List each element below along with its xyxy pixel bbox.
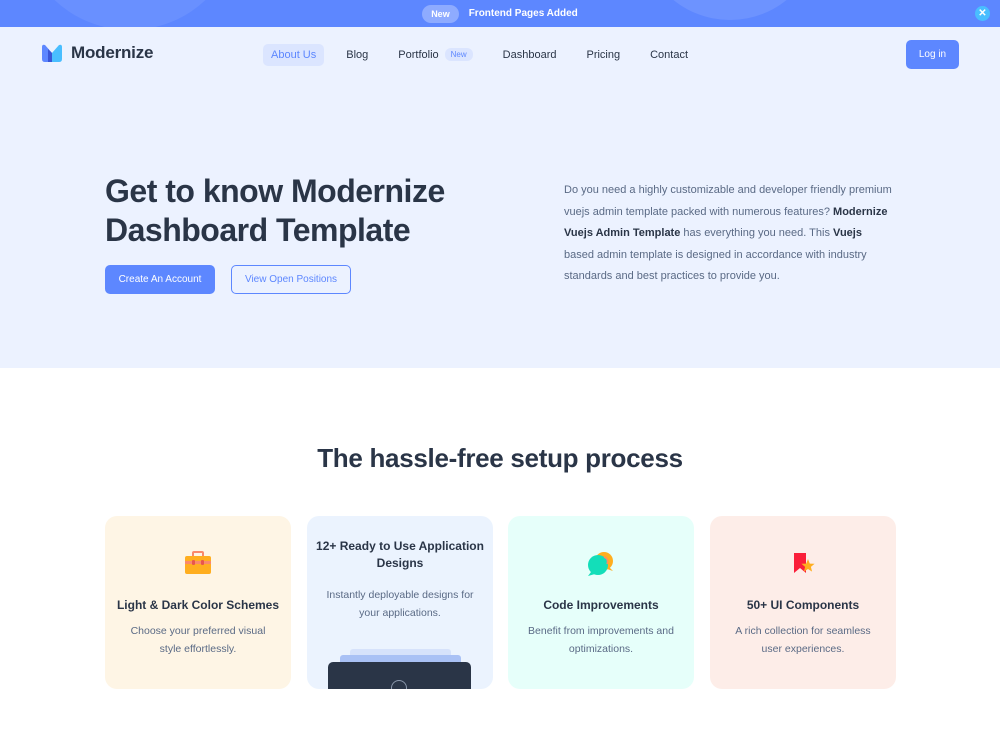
logo[interactable]: Modernize <box>40 43 153 63</box>
hero-description: Do you need a highly customizable and de… <box>564 180 894 288</box>
create-account-button[interactable]: Create An Account <box>105 265 215 294</box>
banner-content: New Frontend Pages Added <box>0 0 1000 27</box>
main-nav: About Us Blog Portfolio New Dashboard Pr… <box>263 43 710 66</box>
card-title: 50+ UI Components <box>746 598 860 612</box>
card-title: Light & Dark Color Schemes <box>116 598 280 612</box>
app-preview-screen <box>328 662 471 689</box>
close-icon[interactable]: ✕ <box>975 6 990 21</box>
hero-title-line: Dashboard Template <box>105 212 411 248</box>
card-title: 12+ Ready to Use Application Designs <box>316 539 484 570</box>
nav-item-about-us[interactable]: About Us <box>263 43 325 66</box>
desc-text: has everything you need. This <box>680 227 834 239</box>
feature-card-app-designs: 12+ Ready to Use Application Designs Ins… <box>307 516 493 689</box>
play-icon <box>391 680 407 689</box>
nav-label: Dashboard <box>502 48 557 61</box>
banner-text[interactable]: Frontend Pages Added <box>469 8 578 19</box>
hero-title: Get to know Modernize Dashboard Template <box>105 172 505 250</box>
card-title: Code Improvements <box>543 598 659 612</box>
nav-label: About Us <box>271 48 317 61</box>
chat-bubbles-icon <box>587 551 615 576</box>
star-badge-icon <box>789 551 817 575</box>
card-description: Choose your preferred visual style effor… <box>130 625 266 655</box>
hero-title-line: Get to know Modernize <box>105 173 445 209</box>
briefcase-icon <box>184 551 212 575</box>
view-open-positions-button[interactable]: View Open Positions <box>231 265 351 294</box>
card-description: Benefit from improvements and optimizati… <box>528 625 674 655</box>
feature-card-ui-components: 50+ UI Components A rich collection for … <box>710 516 896 689</box>
feature-card-code-improvements: Code Improvements Benefit from improveme… <box>508 516 694 689</box>
nav-item-contact[interactable]: Contact <box>642 44 696 66</box>
logo-text: Modernize <box>71 43 154 62</box>
logo-icon <box>40 44 64 62</box>
card-description: Instantly deployable designs for your ap… <box>326 589 474 619</box>
desc-bold: Vuejs <box>833 227 862 239</box>
nav-label: Portfolio <box>398 48 439 61</box>
nav-item-blog[interactable]: Blog <box>338 44 376 66</box>
card-description: A rich collection for seamless user expe… <box>735 625 871 655</box>
nav-item-dashboard[interactable]: Dashboard <box>495 44 565 66</box>
nav-label: Contact <box>650 48 689 61</box>
section-title: The hassle-free setup process <box>317 443 683 473</box>
app-preview-image <box>328 646 471 689</box>
announcement-banner: New Frontend Pages Added ✕ <box>0 0 1000 27</box>
nav-item-pricing[interactable]: Pricing <box>578 44 628 66</box>
nav-label: Pricing <box>586 48 621 61</box>
new-badge: New <box>444 48 473 61</box>
desc-text: based admin template is designed in acco… <box>564 248 867 283</box>
feature-card-color-schemes: Light & Dark Color Schemes Choose your p… <box>105 516 291 689</box>
banner-new-badge: New <box>422 4 459 23</box>
login-button[interactable]: Log in <box>906 40 959 69</box>
nav-label: Blog <box>346 48 369 61</box>
nav-item-portfolio[interactable]: Portfolio New <box>390 43 480 66</box>
